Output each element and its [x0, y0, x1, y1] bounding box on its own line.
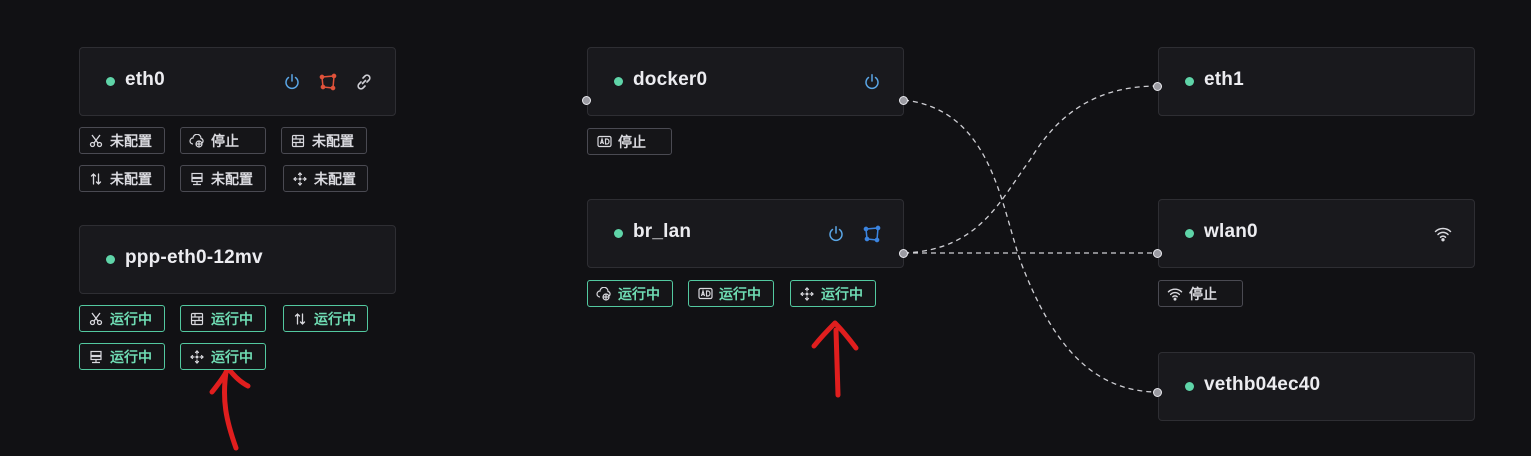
tag-label: 未配置 [312, 132, 354, 149]
link-icon[interactable] [353, 71, 375, 93]
tag-label: 未配置 [110, 132, 152, 149]
scissors-icon [88, 133, 104, 149]
ad-icon [596, 134, 612, 150]
ad-icon [697, 286, 713, 302]
move-icon [189, 349, 205, 365]
interface-name: vethb04ec40 [1204, 374, 1321, 395]
tag-label: 停止 [1189, 285, 1217, 302]
arrows-updown-icon [88, 171, 104, 187]
tag-eth0-move[interactable]: 未配置 [283, 165, 368, 192]
tag-label: 未配置 [211, 170, 253, 187]
tag-eth0-arrows[interactable]: 未配置 [79, 165, 165, 192]
tag-label: 运行中 [211, 310, 253, 327]
status-dot [614, 77, 623, 86]
port-wlan0-left[interactable] [1153, 249, 1162, 258]
cloud-globe-icon [596, 286, 612, 302]
arrows-updown-icon [292, 311, 308, 327]
cloud-globe-icon [189, 133, 205, 149]
tag-docker0-ad[interactable]: 停止 [587, 128, 672, 155]
tag-label: 运行中 [719, 285, 761, 302]
tag-label: 停止 [211, 132, 239, 149]
interface-name: eth0 [125, 69, 165, 90]
move-icon [292, 171, 308, 187]
network-icon[interactable] [861, 223, 883, 245]
interface-card-eth0[interactable]: eth0 [79, 47, 396, 116]
power-icon[interactable] [861, 71, 883, 93]
firewall-icon [189, 311, 205, 327]
interface-name: wlan0 [1204, 221, 1258, 242]
interface-name: eth1 [1204, 69, 1244, 90]
tag-wlan0-wifi[interactable]: 停止 [1158, 280, 1243, 307]
tag-eth0-server[interactable]: 未配置 [180, 165, 266, 192]
tag-eth0-cloud[interactable]: 停止 [180, 127, 266, 154]
port-eth1-left[interactable] [1153, 82, 1162, 91]
network-icon[interactable] [317, 71, 339, 93]
status-dot [106, 255, 115, 264]
status-dot [1185, 382, 1194, 391]
tag-br-lan-cloud[interactable]: 运行中 [587, 280, 673, 307]
annotation-arrow-right [811, 320, 859, 398]
interface-name: br_lan [633, 221, 692, 242]
interface-card-ppp[interactable]: ppp-eth0-12mv [79, 225, 396, 294]
annotation-arrow-left [209, 365, 251, 451]
tag-ppp-move[interactable]: 运行中 [180, 343, 266, 370]
interface-card-docker0[interactable]: docker0 [587, 47, 904, 116]
tag-eth0-firewall[interactable]: 未配置 [281, 127, 367, 154]
power-icon[interactable] [281, 71, 303, 93]
server-icon [189, 171, 205, 187]
tag-label: 运行中 [211, 348, 253, 365]
tag-label: 运行中 [314, 310, 356, 327]
power-icon[interactable] [825, 223, 847, 245]
tag-label: 运行中 [110, 348, 152, 365]
tag-br-lan-move[interactable]: 运行中 [790, 280, 876, 307]
tag-label: 运行中 [110, 310, 152, 327]
status-dot [1185, 77, 1194, 86]
port-docker0-right[interactable] [899, 96, 908, 105]
interface-card-br-lan[interactable]: br_lan [587, 199, 904, 268]
tag-label: 运行中 [821, 285, 863, 302]
port-docker0-left[interactable] [582, 96, 591, 105]
tag-label: 未配置 [110, 170, 152, 187]
tag-ppp-server[interactable]: 运行中 [79, 343, 165, 370]
tag-label: 停止 [618, 133, 646, 150]
interface-name: ppp-eth0-12mv [125, 247, 263, 268]
scissors-icon [88, 311, 104, 327]
tag-ppp-scissors[interactable]: 运行中 [79, 305, 165, 332]
interface-card-wlan0[interactable]: wlan0 [1158, 199, 1475, 268]
interface-card-eth1[interactable]: eth1 [1158, 47, 1475, 116]
status-dot [1185, 229, 1194, 238]
move-icon [799, 286, 815, 302]
wifi-icon[interactable] [1432, 223, 1454, 245]
tag-label: 未配置 [314, 170, 356, 187]
port-br-lan-right[interactable] [899, 249, 908, 258]
port-veth-left[interactable] [1153, 388, 1162, 397]
tag-ppp-arrows[interactable]: 运行中 [283, 305, 368, 332]
server-icon [88, 349, 104, 365]
tag-label: 运行中 [618, 285, 660, 302]
tag-eth0-scissors[interactable]: 未配置 [79, 127, 165, 154]
tag-ppp-firewall[interactable]: 运行中 [180, 305, 266, 332]
tag-br-lan-ad[interactable]: 运行中 [688, 280, 774, 307]
interface-card-veth[interactable]: vethb04ec40 [1158, 352, 1475, 421]
status-dot [614, 229, 623, 238]
status-dot [106, 77, 115, 86]
interface-name: docker0 [633, 69, 708, 90]
firewall-icon [290, 133, 306, 149]
wifi-icon [1167, 286, 1183, 302]
